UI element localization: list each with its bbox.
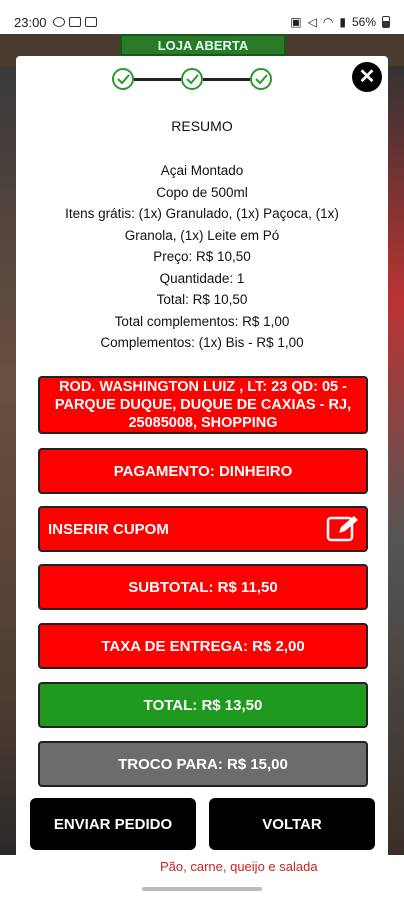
product-size: Copo de 500ml xyxy=(156,184,248,200)
step-connector xyxy=(134,77,181,81)
order-summary-modal: ✕ RESUMO Açai Montado Copo de 500ml Iten… xyxy=(16,56,388,858)
total-label: TOTAL: R$ 13,50 xyxy=(143,696,263,714)
complements-list: Complementos: (1x) Bis - R$ 1,00 xyxy=(100,335,304,350)
free-items: Itens grátis: (1x) Granulado, (1x) Paçoc… xyxy=(65,206,339,243)
total-display: TOTAL: R$ 13,50 xyxy=(38,682,368,728)
notification-icon xyxy=(84,17,97,27)
status-right: ▣ ◁ ◠ ▮ 56% xyxy=(290,15,390,29)
signal-icon: ▮ xyxy=(339,15,346,29)
product-name: Açai Montado xyxy=(160,163,244,178)
step-indicator xyxy=(112,68,272,90)
product-quantity: Quantidade: 1 xyxy=(159,270,245,286)
edit-icon[interactable] xyxy=(326,514,360,544)
step-3 xyxy=(250,68,272,90)
notification-icon xyxy=(68,17,81,27)
step-1 xyxy=(112,68,134,90)
check-icon xyxy=(255,74,268,85)
subtotal-display: SUBTOTAL: R$ 11,50 xyxy=(38,564,368,610)
status-time: 23:00 xyxy=(14,14,47,30)
subtotal-label: SUBTOTAL: R$ 11,50 xyxy=(128,578,278,596)
back-label: VOLTAR xyxy=(262,815,322,833)
store-open-badge: LOJA ABERTA xyxy=(120,34,286,56)
background-product-text: Pão, carne, queijo e salada xyxy=(0,855,404,879)
lock-icon: ▣ xyxy=(290,15,302,29)
battery-percent: 56% xyxy=(351,15,376,29)
insert-coupon-button[interactable]: INSERIR CUPOM xyxy=(38,506,368,552)
delivery-address-button[interactable]: ROD. WASHINGTON LUIZ , LT: 23 QD: 05 - P… xyxy=(38,376,368,434)
delivery-fee-label: TAXA DE ENTREGA: R$ 2,00 xyxy=(101,637,305,655)
close-button[interactable]: ✕ xyxy=(352,62,382,92)
wifi-icon: ◠ xyxy=(322,15,334,29)
mute-icon: ◁ xyxy=(307,15,317,29)
product-total: Total: R$ 10,50 xyxy=(156,292,248,307)
battery-icon xyxy=(382,16,390,28)
close-icon: ✕ xyxy=(358,66,376,88)
coupon-label: INSERIR CUPOM xyxy=(48,520,169,538)
check-icon xyxy=(117,74,130,85)
back-button[interactable]: VOLTAR xyxy=(209,798,375,850)
system-nav-bar xyxy=(0,879,404,900)
change-for-label: TROCO PARA: R$ 15,00 xyxy=(118,755,288,773)
background-right xyxy=(388,66,404,856)
order-summary: Açai Montado Copo de 500ml Itens grátis:… xyxy=(38,160,366,354)
send-order-button[interactable]: ENVIAR PEDIDO xyxy=(30,798,196,850)
whatsapp-icon xyxy=(52,17,65,27)
status-notification-icons xyxy=(52,17,97,27)
payment-method-button[interactable]: PAGAMENTO: DINHEIRO xyxy=(38,448,368,494)
complements-total: Total complementos: R$ 1,00 xyxy=(114,313,290,329)
check-icon xyxy=(186,74,199,85)
step-connector xyxy=(203,77,250,81)
background-left xyxy=(0,66,16,856)
summary-title: RESUMO xyxy=(171,118,233,134)
payment-method-label: PAGAMENTO: DINHEIRO xyxy=(113,462,293,480)
home-gesture-pill[interactable] xyxy=(142,887,262,891)
delivery-fee-display: TAXA DE ENTREGA: R$ 2,00 xyxy=(38,623,368,669)
change-for-button[interactable]: TROCO PARA: R$ 15,00 xyxy=(38,741,368,787)
step-2 xyxy=(181,68,203,90)
send-order-label: ENVIAR PEDIDO xyxy=(53,815,173,833)
product-price: Preço: R$ 10,50 xyxy=(153,249,251,264)
delivery-address-text: ROD. WASHINGTON LUIZ , LT: 23 QD: 05 - P… xyxy=(54,379,352,431)
